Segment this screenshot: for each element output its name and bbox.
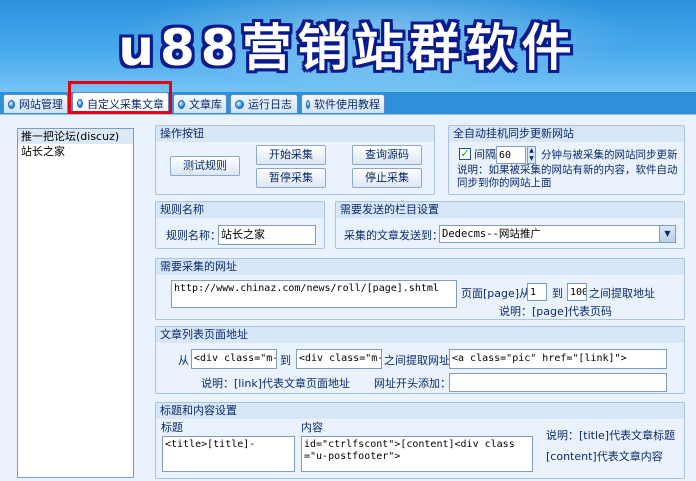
rule-list[interactable]: 推一把论坛(discuz) 站长之家 [17, 128, 134, 478]
tab-bullet-icon [8, 99, 15, 109]
ops-group: 操作按钮 测试规则 开始采集 暂停采集 查询源码 停止采集 [155, 125, 435, 195]
auto-sync-title: 全自动挂机同步更新网站 [449, 126, 684, 142]
tab-bullet-icon [235, 99, 244, 109]
tab-label: 运行日志 [248, 98, 292, 111]
ops-group-title: 操作按钮 [156, 126, 434, 142]
title-col-header: 标题 [161, 421, 183, 434]
banner: u88营销站群软件 [0, 0, 696, 92]
list-to-input[interactable]: <div class="m-pa [296, 349, 382, 369]
tab-label: 网站管理 [19, 98, 63, 111]
tab-article-library[interactable]: 文章库 [173, 94, 227, 113]
prefix-input[interactable] [449, 373, 667, 392]
chevron-down-icon[interactable]: ▼ [659, 226, 675, 242]
highlight-box [68, 81, 172, 114]
column-group: 需要发送的栏目设置 采集的文章发送到： Dedecms--网站推广 ▼ [335, 201, 685, 249]
column-select[interactable]: Dedecms--网站推广 [439, 225, 676, 243]
page-to-suffix: 之间提取地址 [589, 287, 655, 300]
list-page-title: 文章列表页面地址 [156, 327, 684, 343]
auto-sync-group: 全自动挂机同步更新网站 ✓ 间隔 60 ▲ ▼ 分钟与被采集的网站同步更新 说明… [448, 125, 685, 195]
tab-content: 推一把论坛(discuz) 站长之家 操作按钮 测试规则 开始采集 暂停采集 查… [0, 114, 696, 481]
list-page-group: 文章列表页面地址 从 <div class="m-new 到 <div clas… [155, 326, 685, 394]
rule-name-input[interactable]: 站长之家 [218, 225, 316, 245]
column-title: 需要发送的栏目设置 [336, 202, 684, 218]
tab-label: 软件使用教程 [314, 98, 380, 111]
title-note: 说明：[title]代表文章标题 [546, 429, 676, 442]
content-col-header: 内容 [301, 421, 323, 434]
spin-down-icon[interactable]: ▼ [528, 155, 535, 163]
interval-label: 间隔 [474, 148, 496, 161]
extract-input[interactable]: <a class="pic" href="[link]"> [449, 349, 667, 369]
title-rule-input[interactable]: <title>[title]- [162, 436, 295, 472]
content-note: [content]代表文章内容 [546, 450, 663, 463]
list-item[interactable]: 站长之家 [18, 144, 133, 159]
column-select-value: Dedecms--网站推广 [442, 228, 541, 240]
tab-bullet-icon [306, 99, 310, 109]
tab-tutorial[interactable]: 软件使用教程 [301, 94, 385, 113]
url-group: 需要采集的网址 http://www.chinaz.com/news/roll/… [155, 258, 685, 320]
list-to-label: 到 [280, 354, 291, 367]
url-title: 需要采集的网址 [156, 259, 684, 275]
stop-collect-button[interactable]: 停止采集 [352, 168, 422, 188]
pause-collect-button[interactable]: 暂停采集 [256, 168, 326, 188]
column-label: 采集的文章发送到： [344, 229, 443, 242]
app-title: u88营销站群软件 [118, 19, 578, 77]
tab-run-log[interactable]: 运行日志 [230, 94, 298, 113]
list-from-input[interactable]: <div class="m-new [191, 349, 277, 369]
interval-suffix: 分钟与被采集的网站同步更新 [541, 149, 678, 161]
view-source-button[interactable]: 查询源码 [352, 145, 422, 165]
interval-spinner[interactable]: ▲ ▼ [527, 146, 536, 164]
url-input[interactable]: http://www.chinaz.com/news/roll/[page].s… [171, 280, 457, 308]
page-from-input[interactable]: 1 [527, 283, 547, 301]
interval-input[interactable]: 60 [496, 146, 526, 164]
title-content-title: 标题和内容设置 [156, 403, 684, 419]
auto-sync-checkbox[interactable]: ✓ [459, 148, 471, 160]
rule-name-title: 规则名称 [156, 202, 324, 218]
list-from-label: 从 [178, 354, 189, 367]
test-rule-button[interactable]: 测试规则 [170, 156, 240, 176]
list-item[interactable]: 推一把论坛(discuz) [18, 129, 133, 144]
page-to-label: 到 [552, 287, 563, 300]
extract-label: 之间提取网址 [384, 354, 450, 367]
title-content-group: 标题和内容设置 标题 内容 <title>[title]- id="ctrlfs… [155, 402, 685, 479]
spin-up-icon[interactable]: ▲ [528, 147, 535, 155]
tab-site-management[interactable]: 网站管理 [3, 94, 68, 113]
rule-name-label: 规则名称： [166, 229, 221, 242]
tab-bullet-icon [178, 99, 185, 109]
list-page-note: 说明：[link]代表文章页面地址 [201, 377, 351, 390]
auto-sync-note: 说明：如果被采集的网站有新的内容，软件自动同步到你的网站上面 [457, 164, 678, 189]
content-rule-input[interactable]: id="ctrlfscont">[content]<div class="u-p… [301, 436, 533, 472]
page-from-label: 页面[page]从 [461, 287, 531, 300]
url-note: 说明：[page]代表页码 [499, 305, 613, 318]
page-to-input[interactable]: 1000 [567, 283, 587, 301]
rule-name-group: 规则名称 规则名称： 站长之家 [155, 201, 325, 249]
start-collect-button[interactable]: 开始采集 [256, 145, 326, 165]
tab-label: 文章库 [189, 98, 222, 111]
prefix-label: 网址开头添加： [374, 377, 451, 390]
